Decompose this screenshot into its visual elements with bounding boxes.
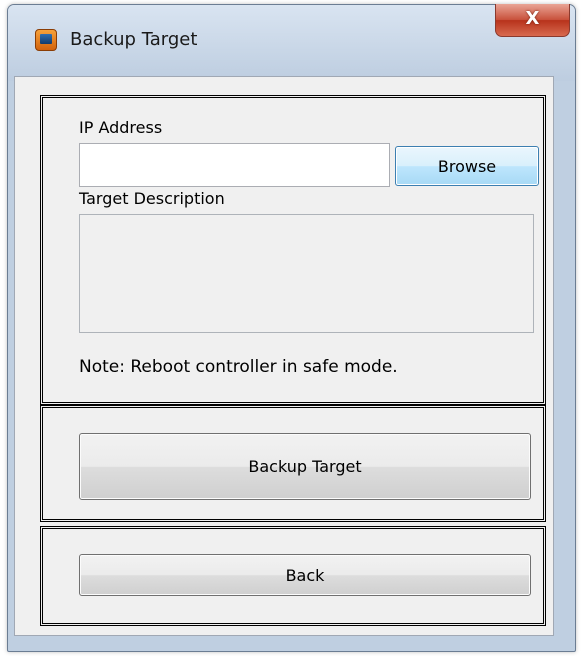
browse-button[interactable]: Browse xyxy=(395,146,539,186)
close-button[interactable]: X xyxy=(495,4,570,37)
target-description-label: Target Description xyxy=(79,189,225,208)
window-title: Backup Target xyxy=(70,29,198,50)
app-icon xyxy=(35,29,57,51)
title-bar[interactable]: Backup Target X xyxy=(8,4,575,81)
ip-address-label: IP Address xyxy=(79,118,163,137)
safe-mode-note: Note: Reboot controller in safe mode. xyxy=(79,357,398,377)
target-description-field xyxy=(79,214,534,333)
backup-target-button[interactable]: Backup Target xyxy=(79,433,531,500)
ip-address-input[interactable] xyxy=(79,143,390,187)
close-icon: X xyxy=(525,8,540,29)
back-button[interactable]: Back xyxy=(79,554,531,596)
